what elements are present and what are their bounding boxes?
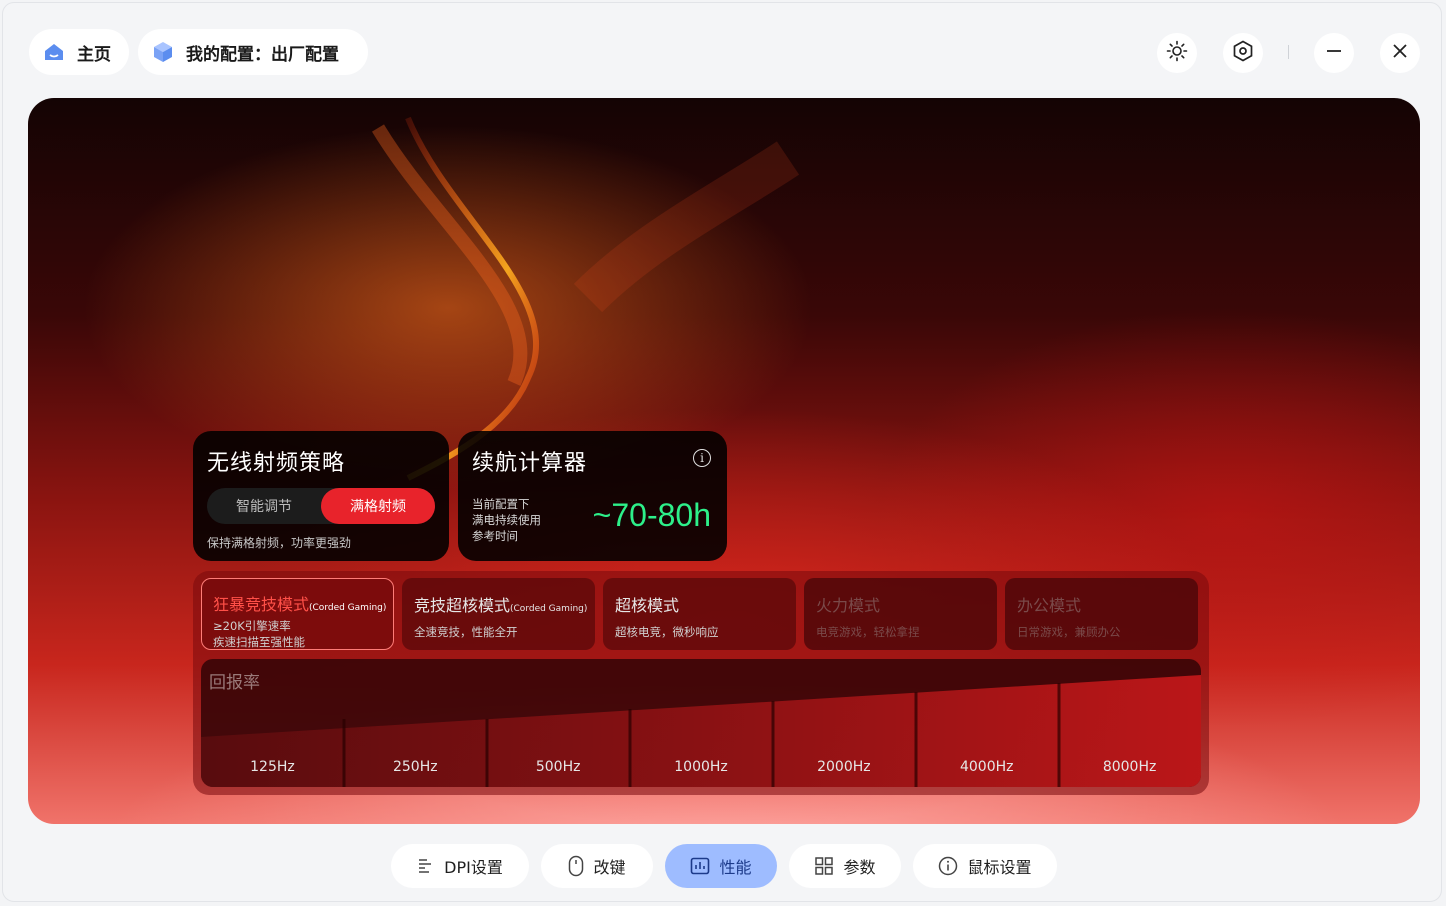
mode-tag: (Corded Gaming) [309,603,387,613]
nav-label: 改键 [593,858,626,877]
home-label: 主页 [77,44,111,65]
mode-title: 竞技超核模式 [414,596,511,615]
radio-strategy-title: 无线射频策略 [207,451,346,476]
polling-rate-title: 回报率 [209,673,260,693]
close-icon [1391,42,1409,64]
mode-title: 火力模式 [816,596,881,615]
performance-icon [690,856,710,876]
battery-line-1: 当前配置下 [472,497,530,511]
nav-keybinding[interactable]: 改键 [541,844,653,888]
mode-line-2: 疾速扫描至强性能 [213,635,305,649]
hero-banner: 无线射频策略 智能调节 满格射频 保持满格射频，功率更强劲 续航计算器 i 当前… [28,98,1420,824]
battery-estimate: ~70-80h [592,497,711,533]
battery-calculator-card: 续航计算器 i 当前配置下 满电持续使用 参考时间 ~70-80h [458,431,727,561]
nav-label: 参数 [843,858,876,877]
battery-line-3: 参考时间 [472,529,518,543]
radio-option-full[interactable]: 满格射频 [321,488,435,524]
battery-title: 续航计算器 [472,451,588,476]
mode-sub: 日常游戏，兼顾办公 [1017,625,1121,639]
radio-strategy-note: 保持满格射频，功率更强劲 [207,536,352,550]
home-button[interactable]: 主页 [29,29,129,75]
mode-sub: 电竞游戏，轻松拿捏 [816,625,920,639]
info-icon[interactable]: i [693,449,711,467]
mouse-icon [568,855,584,877]
dpi-icon [417,857,435,875]
battery-line-2: 满电持续使用 [472,513,541,527]
cube-icon [150,39,176,65]
config-selector[interactable]: 我的配置：出厂配置 [138,29,368,75]
mode-title: 办公模式 [1017,596,1082,615]
brightness-button[interactable] [1157,33,1197,73]
mode-sub: 超核电竞，微秒响应 [615,625,719,639]
nav-mouse-settings[interactable]: 鼠标设置 [913,844,1057,888]
settings-button[interactable] [1223,33,1263,73]
close-button[interactable] [1380,33,1420,73]
home-icon [41,39,67,65]
mode-card-competitive-overclock[interactable]: 竞技超核模式(Corded Gaming) 全速竞技，性能全开 [402,578,595,650]
mode-title: 狂暴竞技模式 [213,595,310,614]
mode-card-office[interactable]: 办公模式 日常游戏，兼顾办公 [1005,578,1198,650]
sun-icon [1166,40,1188,66]
radio-strategy-card: 无线射频策略 智能调节 满格射频 保持满格射频，功率更强劲 [193,431,449,561]
nav-parameters[interactable]: 参数 [789,844,901,888]
nav-label: 性能 [719,858,752,877]
config-label: 我的配置：出厂配置 [186,44,339,65]
app-window: 主页 我的配置：出厂配置 无线射频策略 智能调节 满格射频 保持满格射频，功率更… [2,2,1442,902]
radio-option-smart[interactable]: 智能调节 [207,488,321,524]
nav-label: DPI设置 [444,858,503,877]
minimize-button[interactable] [1314,33,1354,73]
rate-option-2000[interactable]: 2000Hz [772,759,915,775]
mode-sub: 全速竞技，性能全开 [414,625,518,639]
minimize-icon [1325,42,1343,64]
performance-panel: 狂暴竞技模式(Corded Gaming) ≥20K引擎速率 疾速扫描至强性能 … [193,571,1209,795]
mode-tag: (Corded Gaming) [510,604,588,614]
mode-title: 超核模式 [615,596,680,615]
hex-settings-icon [1232,40,1254,66]
rate-option-1000[interactable]: 1000Hz [630,759,773,775]
params-grid-icon [814,856,834,876]
rate-option-8000[interactable]: 8000Hz [1058,759,1201,775]
mode-line-1: ≥20K引擎速率 [213,619,291,633]
rate-option-250[interactable]: 250Hz [344,759,487,775]
nav-label: 鼠标设置 [967,858,1032,877]
polling-rate-selector: 回报率 125Hz 250Hz 500Hz 1000Hz 2000Hz 4000… [201,659,1201,787]
nav-performance[interactable]: 性能 [665,844,777,888]
rate-option-4000[interactable]: 4000Hz [915,759,1058,775]
divider [1288,45,1289,59]
mode-card-overclock[interactable]: 超核模式 超核电竞，微秒响应 [603,578,796,650]
rate-option-500[interactable]: 500Hz [487,759,630,775]
info-icon [938,856,958,876]
battery-description: 当前配置下 满电持续使用 参考时间 [472,496,541,544]
radio-mode-toggle[interactable]: 智能调节 满格射频 [207,488,435,524]
rate-option-125[interactable]: 125Hz [201,759,344,775]
mode-card-rampage[interactable]: 狂暴竞技模式(Corded Gaming) ≥20K引擎速率 疾速扫描至强性能 [201,578,394,650]
mode-card-firepower[interactable]: 火力模式 电竞游戏，轻松拿捏 [804,578,997,650]
nav-dpi-settings[interactable]: DPI设置 [391,844,529,888]
